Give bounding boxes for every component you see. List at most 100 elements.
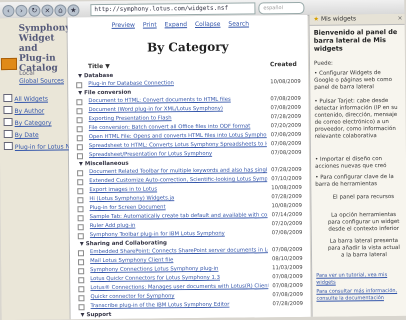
preview-button[interactable]: Preview (112, 22, 135, 29)
row-checkbox[interactable] (76, 82, 83, 89)
widget-title-link[interactable]: Exporting Presentation to Flash (89, 114, 267, 122)
view-toolbar: Preview Print Expand Collapse Search (112, 20, 256, 29)
widget-title-link[interactable]: Hi (Lotus Symphony) Widgets.ja (89, 194, 267, 202)
row-checkbox[interactable] (78, 259, 85, 266)
row-checkbox[interactable] (78, 268, 85, 275)
row-checkbox[interactable] (77, 179, 84, 186)
row-checkbox[interactable] (78, 286, 85, 293)
category-label: Sharing and Collaborating (85, 240, 168, 248)
panel-item: • Configurar Widgets de Google o páginas… (314, 70, 393, 91)
widget-title-link[interactable]: Lotus® Connections: Manages user documen… (90, 283, 268, 291)
widget-list: ▼ Database Plug-in for Database Connection… (74, 70, 309, 319)
back-icon[interactable]: ‹ (2, 4, 15, 18)
local-label: Local (19, 69, 35, 77)
search-button[interactable]: Search (228, 20, 249, 27)
nav-by-category[interactable]: By Category (3, 117, 66, 127)
widget-title-link[interactable]: Sample Tab: Automatically create tab def… (90, 212, 268, 220)
screenshot-page: ‹ › ↻ × ⌂ ★ http://symphony.lotus.com/wi… (0, 0, 406, 320)
stop-icon[interactable]: × (41, 4, 54, 17)
widget-title-link[interactable]: Embedded SharePoint: Connects SharePoint… (90, 247, 268, 255)
expand-twisty-icon[interactable]: ▼ (79, 160, 83, 168)
panel-item: • Importar el diseño con acciones nuevas… (314, 156, 387, 170)
url-bar[interactable]: http://symphony.lotus.com/widgets.nsf (90, 2, 256, 17)
widget-title-link[interactable]: Spreadsheet to HTML: Converts Lotus Symp… (89, 141, 267, 149)
widget-title-link[interactable]: Plug-in for Screen Document (89, 203, 267, 211)
home-icon[interactable]: ⌂ (54, 4, 67, 17)
row-checkbox[interactable] (77, 250, 85, 257)
row-checkbox[interactable] (76, 99, 83, 106)
main-view: Preview Print Expand Collapse Search By … (67, 14, 311, 320)
row-checkbox[interactable] (78, 304, 85, 311)
row-checkbox[interactable] (77, 170, 84, 177)
close-icon[interactable]: × (397, 14, 402, 24)
view-icon (3, 105, 13, 115)
collapse-button[interactable]: Collapse (195, 21, 221, 28)
search-box[interactable]: español (258, 1, 305, 15)
widget-created-date: 07/10/2009 (271, 175, 302, 183)
widget-created-date: 07/08/2009 (272, 273, 303, 281)
view-icon (3, 141, 13, 151)
documentation-link[interactable]: Para consultar más información, consulte… (316, 288, 402, 303)
widget-title-link[interactable]: Symphony Connections Lotus Symphony plug… (90, 265, 268, 273)
row-checkbox[interactable] (77, 224, 84, 231)
widget-title-link[interactable]: Lotus Quickr Connectors for Lotus Sympho… (90, 274, 268, 282)
row-checkbox[interactable] (76, 117, 83, 124)
row-checkbox[interactable] (77, 206, 84, 213)
widget-title-link[interactable]: Quickr connector for Symphony (90, 292, 268, 300)
row-checkbox[interactable] (76, 135, 83, 142)
widget-created-date: 07/28/2009 (272, 300, 304, 308)
nav-by-author[interactable]: By Author (3, 105, 65, 115)
column-header-title[interactable]: Title ▼ (88, 63, 110, 70)
widget-title-link[interactable]: Plug-in for Database Connection (88, 79, 266, 87)
panel-tab-label: Mis widgets (320, 15, 357, 23)
panel-item: • Pulsar Tarjet: cabe desde detectar inf… (314, 98, 398, 140)
row-checkbox[interactable] (76, 153, 83, 160)
logo-line: and Plug-in (18, 43, 56, 64)
widget-created-date: 10/08/2009 (271, 184, 302, 192)
nav-label: By Category (14, 119, 52, 127)
expand-button[interactable]: Expand (165, 21, 188, 28)
nav-by-date[interactable]: By Date (3, 129, 66, 139)
global-sources-link[interactable]: Global Sources (19, 77, 64, 84)
bookmark-icon[interactable]: ★ (67, 4, 80, 17)
widget-title-link[interactable]: Document (Word plug-in for XML/Lotus Sym… (88, 105, 266, 113)
widget-created-date: 07/28/2009 (270, 113, 302, 121)
expand-twisty-icon[interactable]: ▼ (78, 89, 82, 97)
widget-title-link[interactable]: Spreadsheet/Presentation for Lotus Symph… (89, 150, 267, 158)
panel-tab[interactable]: ★ Mis widgets × (309, 13, 406, 26)
nav-plugin-notes[interactable]: Plug-in for Lotus Notes (3, 141, 83, 151)
widget-title-link[interactable]: Document to HTML: Convert documents to H… (88, 96, 266, 104)
category-label: Miscellaneous (84, 160, 129, 168)
expand-twisty-icon[interactable]: ▼ (81, 311, 85, 319)
expand-twisty-icon[interactable]: ▼ (80, 240, 84, 248)
widget-title-link[interactable]: Transcribe plug-in of the IBM Lotus Symp… (90, 301, 268, 309)
widget-title-link[interactable]: Symphony Toolbar plug-in for IBM Lotus S… (90, 230, 268, 238)
row-checkbox[interactable] (77, 233, 84, 240)
print-button[interactable]: Print (143, 21, 157, 28)
nav-all-widgets[interactable]: All Widgets (3, 93, 65, 103)
widget-title-link[interactable]: Mail Lotus Symphony Client file (90, 256, 268, 264)
reload-icon[interactable]: ↻ (28, 4, 41, 17)
view-icon (3, 93, 13, 103)
row-checkbox[interactable] (78, 277, 85, 284)
widget-title-link[interactable]: Extended Customize Auto-correction, Scie… (89, 176, 267, 184)
row-checkbox[interactable] (78, 295, 85, 302)
widget-title-link[interactable]: Open HTML File: Opens and converts HTML … (89, 132, 267, 140)
row-checkbox[interactable] (76, 144, 83, 151)
tutorial-link[interactable]: Para ver un tutorial, vea mis widgets (316, 272, 402, 287)
logo-line: Widget (18, 33, 55, 44)
widget-title-link[interactable]: File conversion: Batch convert all Offic… (89, 123, 267, 131)
nav-label: By Author (14, 107, 45, 115)
row-checkbox[interactable] (77, 215, 84, 222)
widget-created-date: 07/28/2009 (271, 193, 302, 201)
forward-icon[interactable]: › (15, 4, 28, 17)
widget-title-link[interactable]: Export images in to Lotus (89, 185, 267, 193)
widget-title-link[interactable]: Document Related Toolbar for multiple ke… (89, 167, 267, 175)
row-checkbox[interactable] (76, 126, 83, 133)
row-checkbox[interactable] (77, 197, 84, 204)
widget-title-link[interactable]: Ruler Add plug-in (90, 221, 268, 229)
expand-twisty-icon[interactable]: ▼ (78, 72, 82, 80)
row-checkbox[interactable] (76, 108, 83, 115)
row-checkbox[interactable] (77, 188, 84, 195)
column-header-created[interactable]: Created (270, 61, 297, 68)
